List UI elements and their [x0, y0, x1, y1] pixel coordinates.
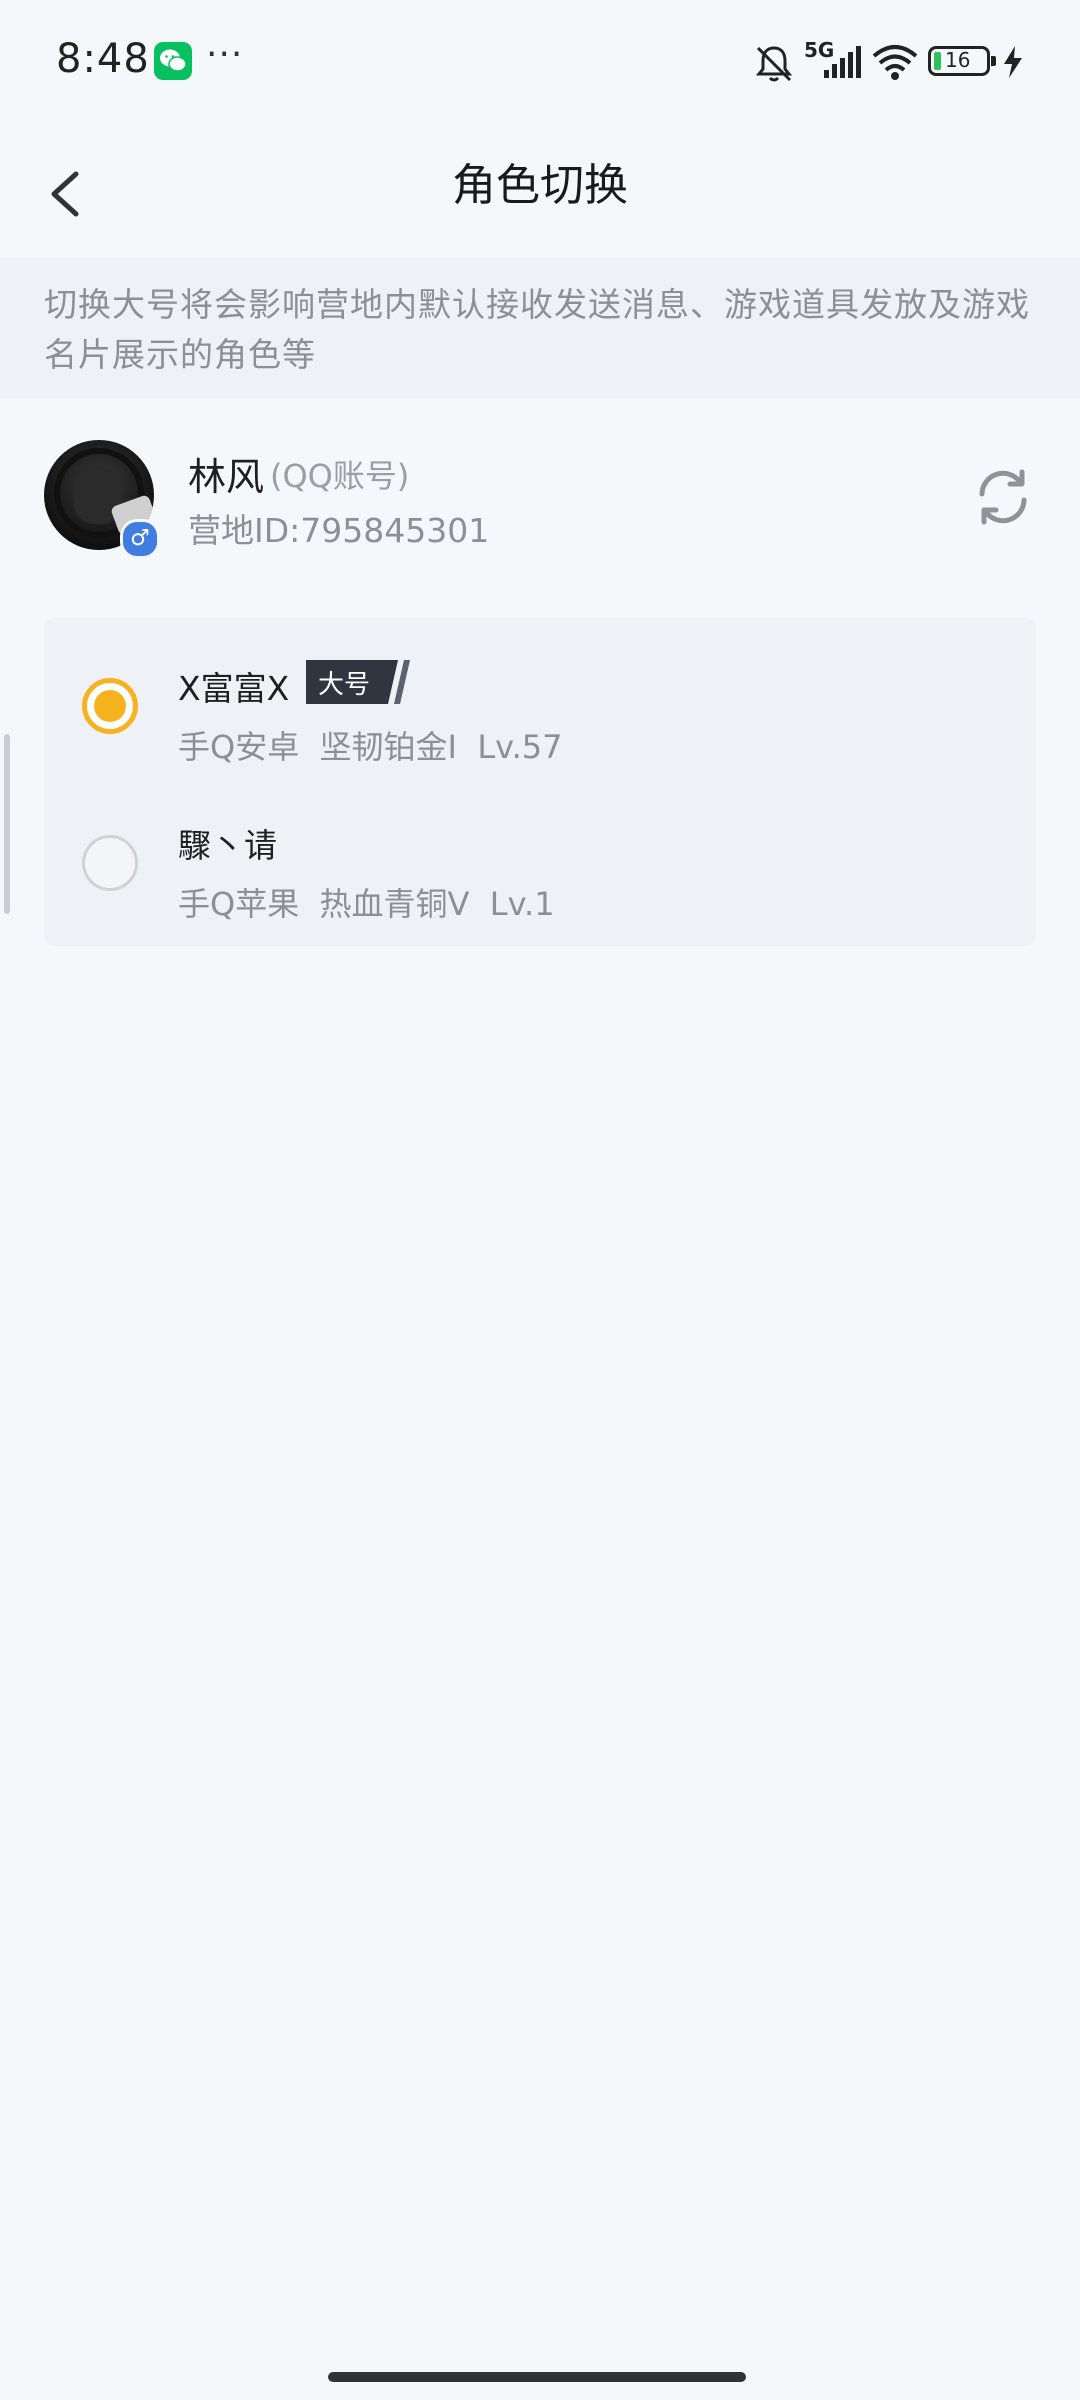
radio-unselected[interactable] [82, 835, 138, 891]
main-account-tag: 大号 [306, 660, 446, 704]
role-item-main[interactable]: X富富X 大号 手Q安卓 坚韧铂金I Lv.57 [44, 636, 1036, 786]
nav-bar: 角色切换 [0, 130, 1080, 260]
wechat-icon [154, 42, 192, 80]
signal-icon [824, 46, 861, 78]
charging-icon [1004, 46, 1022, 78]
scrollbar [4, 734, 10, 914]
page-title: 角色切换 [452, 160, 628, 211]
role-switch-screen: 8:48 ··· 5G 16 角色切换 切换大号将会影响营地内默认接收发送消息、… [0, 0, 1080, 2400]
role-list: X富富X 大号 手Q安卓 坚韧铂金I Lv.57 驟丶请 手Q苹果 热血青铜V … [44, 618, 1036, 946]
mute-bell-icon [755, 46, 793, 82]
status-time: 8:48 [56, 36, 150, 82]
role-name: 驟丶请 [178, 826, 277, 865]
notice-banner: 切换大号将会影响营地内默认接收发送消息、游戏道具发放及游戏名片展示的角色等 [0, 258, 1080, 398]
more-dots-icon: ··· [206, 34, 244, 75]
role-info: 手Q安卓 坚韧铂金I Lv.57 [178, 728, 563, 766]
account-name: 林风 [188, 455, 265, 499]
refresh-icon[interactable] [972, 466, 1034, 528]
battery-icon: 16 [928, 46, 996, 76]
battery-level: 16 [945, 48, 971, 72]
account-type: (QQ账号) [270, 457, 410, 495]
camp-id: 营地ID:795845301 [188, 511, 490, 550]
account-row: ♂ 林风 (QQ账号) 营地ID:795845301 [0, 420, 1080, 570]
male-gender-icon: ♂ [120, 519, 160, 559]
radio-selected[interactable] [82, 678, 138, 734]
role-info: 手Q苹果 热血青铜V Lv.1 [178, 885, 555, 923]
wifi-icon [872, 45, 918, 80]
main-account-tag-label: 大号 [318, 670, 371, 700]
status-bar: 8:48 ··· 5G 16 [0, 0, 1080, 130]
notice-text: 切换大号将会影响营地内默认接收发送消息、游戏道具发放及游戏名片展示的角色等 [44, 285, 1030, 374]
role-name: X富富X [178, 669, 290, 708]
home-indicator[interactable] [328, 2372, 746, 2382]
role-item-secondary[interactable]: 驟丶请 手Q苹果 热血青铜V Lv.1 [44, 793, 1036, 943]
